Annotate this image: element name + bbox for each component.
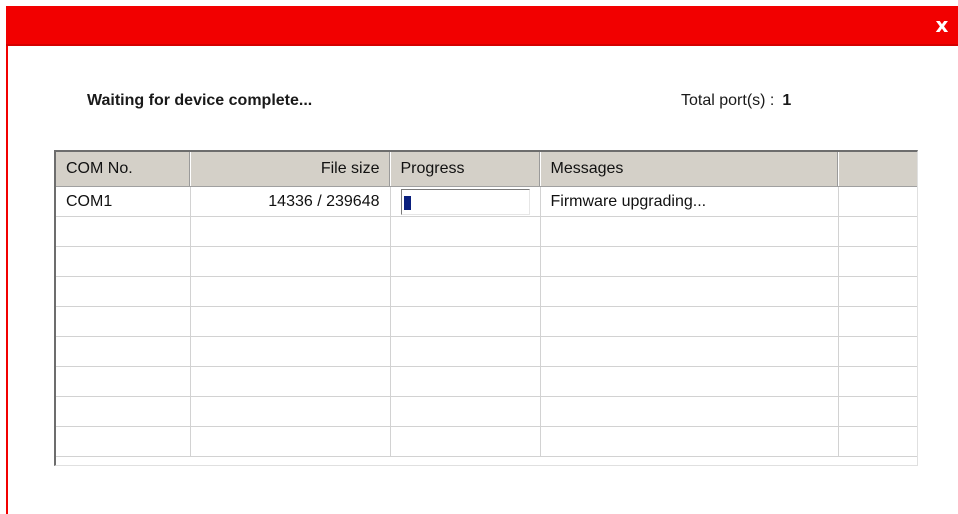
column-header-file-size[interactable]: File size bbox=[190, 152, 391, 187]
table-row bbox=[56, 396, 917, 427]
file-size-cell: 14336 / 239648 bbox=[190, 186, 391, 217]
column-header-messages[interactable]: Messages bbox=[540, 152, 839, 187]
window-border bbox=[6, 46, 8, 514]
title-bar[interactable]: x bbox=[6, 6, 958, 46]
total-ports: Total port(s) : 1 bbox=[681, 92, 791, 110]
firmware-upgrade-dialog: x Waiting for device complete... Total p… bbox=[0, 0, 958, 514]
port-status-table: COM No. File size Progress Messages COM1… bbox=[56, 152, 917, 457]
column-header-progress[interactable]: Progress bbox=[390, 152, 541, 187]
column-header-empty[interactable] bbox=[838, 152, 917, 187]
header-row: COM No. File size Progress Messages bbox=[56, 152, 917, 187]
total-ports-label: Total port(s) : bbox=[681, 92, 775, 109]
extra-cell bbox=[838, 186, 917, 217]
progress-bar-fill bbox=[403, 195, 411, 210]
status-message: Waiting for device complete... bbox=[87, 92, 313, 109]
table-row[interactable]: COM1 14336 / 239648 Firmware upgrading..… bbox=[56, 186, 917, 217]
total-ports-count: 1 bbox=[782, 92, 792, 109]
table-row bbox=[56, 336, 917, 367]
message-cell: Firmware upgrading... bbox=[540, 186, 839, 217]
table-row bbox=[56, 246, 917, 277]
table-row bbox=[56, 306, 917, 337]
progress-bar bbox=[400, 188, 530, 215]
table-row bbox=[56, 426, 917, 457]
progress-cell bbox=[390, 186, 541, 217]
column-header-com-no[interactable]: COM No. bbox=[56, 152, 191, 187]
port-status-grid[interactable]: COM No. File size Progress Messages COM1… bbox=[54, 150, 918, 466]
table-row bbox=[56, 276, 917, 307]
table-row bbox=[56, 216, 917, 247]
close-icon[interactable]: x bbox=[930, 13, 954, 37]
com-port-cell: COM1 bbox=[56, 186, 191, 217]
table-row bbox=[56, 366, 917, 397]
